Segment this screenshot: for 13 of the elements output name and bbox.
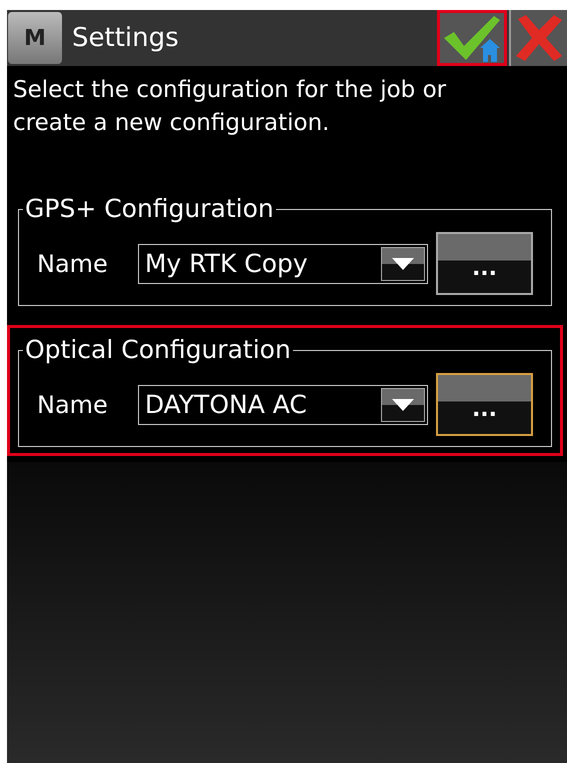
checkmark-house-icon (442, 14, 502, 62)
cancel-button[interactable] (509, 10, 567, 66)
more-button[interactable]: ... (436, 232, 533, 295)
configuration-dropdown[interactable]: DAYTONA AC (138, 384, 428, 424)
menu-button[interactable]: M (8, 12, 62, 64)
instruction-text: Select the configuration for the job or create a new configuration. (12, 76, 448, 138)
ok-button[interactable] (437, 10, 507, 66)
configuration-dropdown[interactable]: My RTK Copy (138, 244, 428, 284)
more-button[interactable]: ... (436, 373, 533, 436)
name-label: Name (37, 390, 108, 420)
close-icon (514, 15, 564, 61)
window-title: Settings (72, 22, 180, 54)
name-label: Name (37, 248, 108, 280)
